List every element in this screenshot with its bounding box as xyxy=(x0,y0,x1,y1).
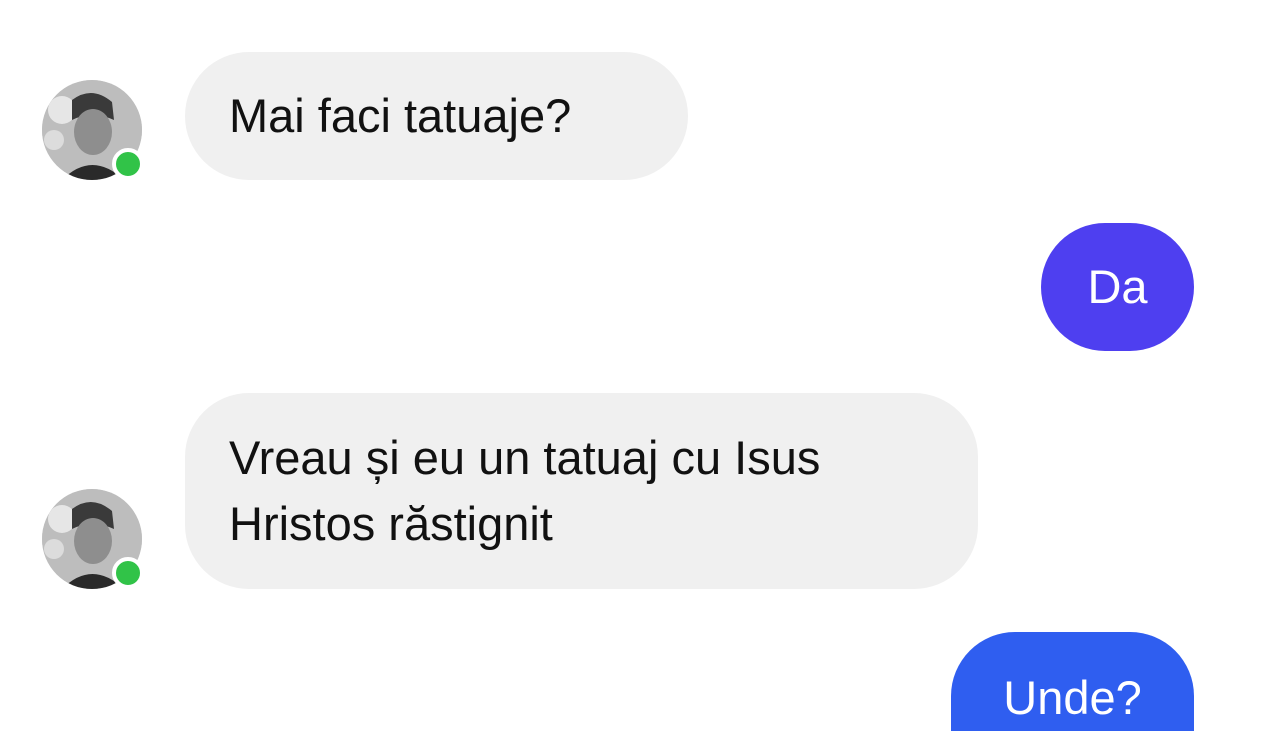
incoming-message-bubble[interactable]: Vreau și eu un tatuaj cu Isus Hristos ră… xyxy=(185,393,978,589)
outgoing-message-bubble[interactable]: Da xyxy=(1041,223,1194,351)
message-text: Mai faci tatuaje? xyxy=(229,89,572,142)
incoming-message-bubble[interactable]: Mai faci tatuaje? xyxy=(185,52,688,180)
online-status-indicator xyxy=(112,557,144,589)
contact-avatar[interactable] xyxy=(42,80,144,180)
contact-avatar[interactable] xyxy=(42,489,144,589)
online-status-indicator xyxy=(112,148,144,180)
chat-thread: Mai faci tatuaje? Da Vreau și eu un tatu… xyxy=(0,0,1280,731)
message-text-line: Vreau și eu un tatuaj cu Isus xyxy=(229,431,821,484)
message-text: Da xyxy=(1087,260,1148,313)
message-text: Unde? xyxy=(1003,671,1142,724)
outgoing-message-bubble[interactable]: Unde? xyxy=(951,632,1194,731)
message-text-line: Hristos răstignit xyxy=(229,497,553,550)
